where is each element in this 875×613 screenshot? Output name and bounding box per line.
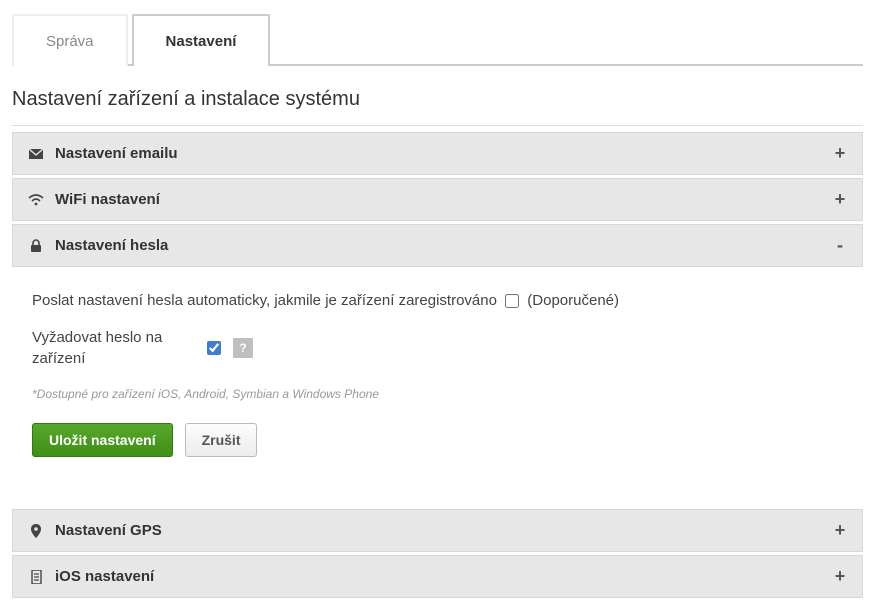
lock-icon bbox=[27, 237, 45, 255]
section-wifi-title: WiFi nastavení bbox=[55, 191, 160, 208]
tab-settings[interactable]: Nastavení bbox=[132, 14, 271, 66]
page-title: Nastavení zařízení a instalace systému bbox=[12, 88, 863, 111]
save-button-label: Uložit nastavení bbox=[49, 432, 156, 448]
tab-admin-label: Správa bbox=[46, 33, 94, 50]
auto-send-row: Poslat nastavení hesla automaticky, jakm… bbox=[32, 292, 843, 309]
require-label: Vyžadovat heslo na zařízení bbox=[32, 327, 207, 369]
cancel-button-label: Zrušit bbox=[202, 432, 241, 448]
help-icon: ? bbox=[239, 341, 246, 355]
section-gps-title: Nastavení GPS bbox=[55, 522, 162, 539]
button-row: Uložit nastavení Zrušit bbox=[32, 423, 843, 457]
auto-send-checkbox[interactable] bbox=[505, 294, 519, 308]
expand-icon: + bbox=[832, 566, 848, 587]
cancel-button[interactable]: Zrušit bbox=[185, 423, 258, 457]
availability-note: *Dostupné pro zařízení iOS, Android, Sym… bbox=[32, 387, 843, 401]
require-row: Vyžadovat heslo na zařízení ? bbox=[32, 327, 843, 369]
section-ios[interactable]: iOS nastavení + bbox=[12, 555, 863, 598]
password-panel: Poslat nastavení hesla automaticky, jakm… bbox=[12, 270, 863, 481]
save-button[interactable]: Uložit nastavení bbox=[32, 423, 173, 457]
tab-settings-label: Nastavení bbox=[166, 33, 237, 50]
section-password-title: Nastavení hesla bbox=[55, 237, 168, 254]
auto-send-label: Poslat nastavení hesla automaticky, jakm… bbox=[32, 292, 497, 309]
section-email-title: Nastavení emailu bbox=[55, 145, 178, 162]
collapse-icon: - bbox=[832, 235, 848, 256]
expand-icon: + bbox=[832, 520, 848, 541]
separator bbox=[12, 125, 863, 126]
expand-icon: + bbox=[832, 143, 848, 164]
tab-filler bbox=[274, 12, 863, 64]
help-button[interactable]: ? bbox=[233, 338, 253, 358]
wifi-icon bbox=[27, 191, 45, 209]
section-password[interactable]: Nastavení hesla - bbox=[12, 224, 863, 267]
expand-icon: + bbox=[832, 189, 848, 210]
section-gps[interactable]: Nastavení GPS + bbox=[12, 509, 863, 552]
require-checkbox[interactable] bbox=[207, 341, 221, 355]
section-wifi[interactable]: WiFi nastavení + bbox=[12, 178, 863, 221]
location-icon bbox=[27, 522, 45, 540]
tab-bar: Správa Nastavení bbox=[12, 12, 863, 66]
tab-admin[interactable]: Správa bbox=[12, 14, 128, 66]
mail-icon bbox=[27, 145, 45, 163]
section-ios-title: iOS nastavení bbox=[55, 568, 154, 585]
auto-send-recommended: (Doporučené) bbox=[527, 292, 619, 309]
document-icon bbox=[27, 568, 45, 586]
section-email[interactable]: Nastavení emailu + bbox=[12, 132, 863, 175]
